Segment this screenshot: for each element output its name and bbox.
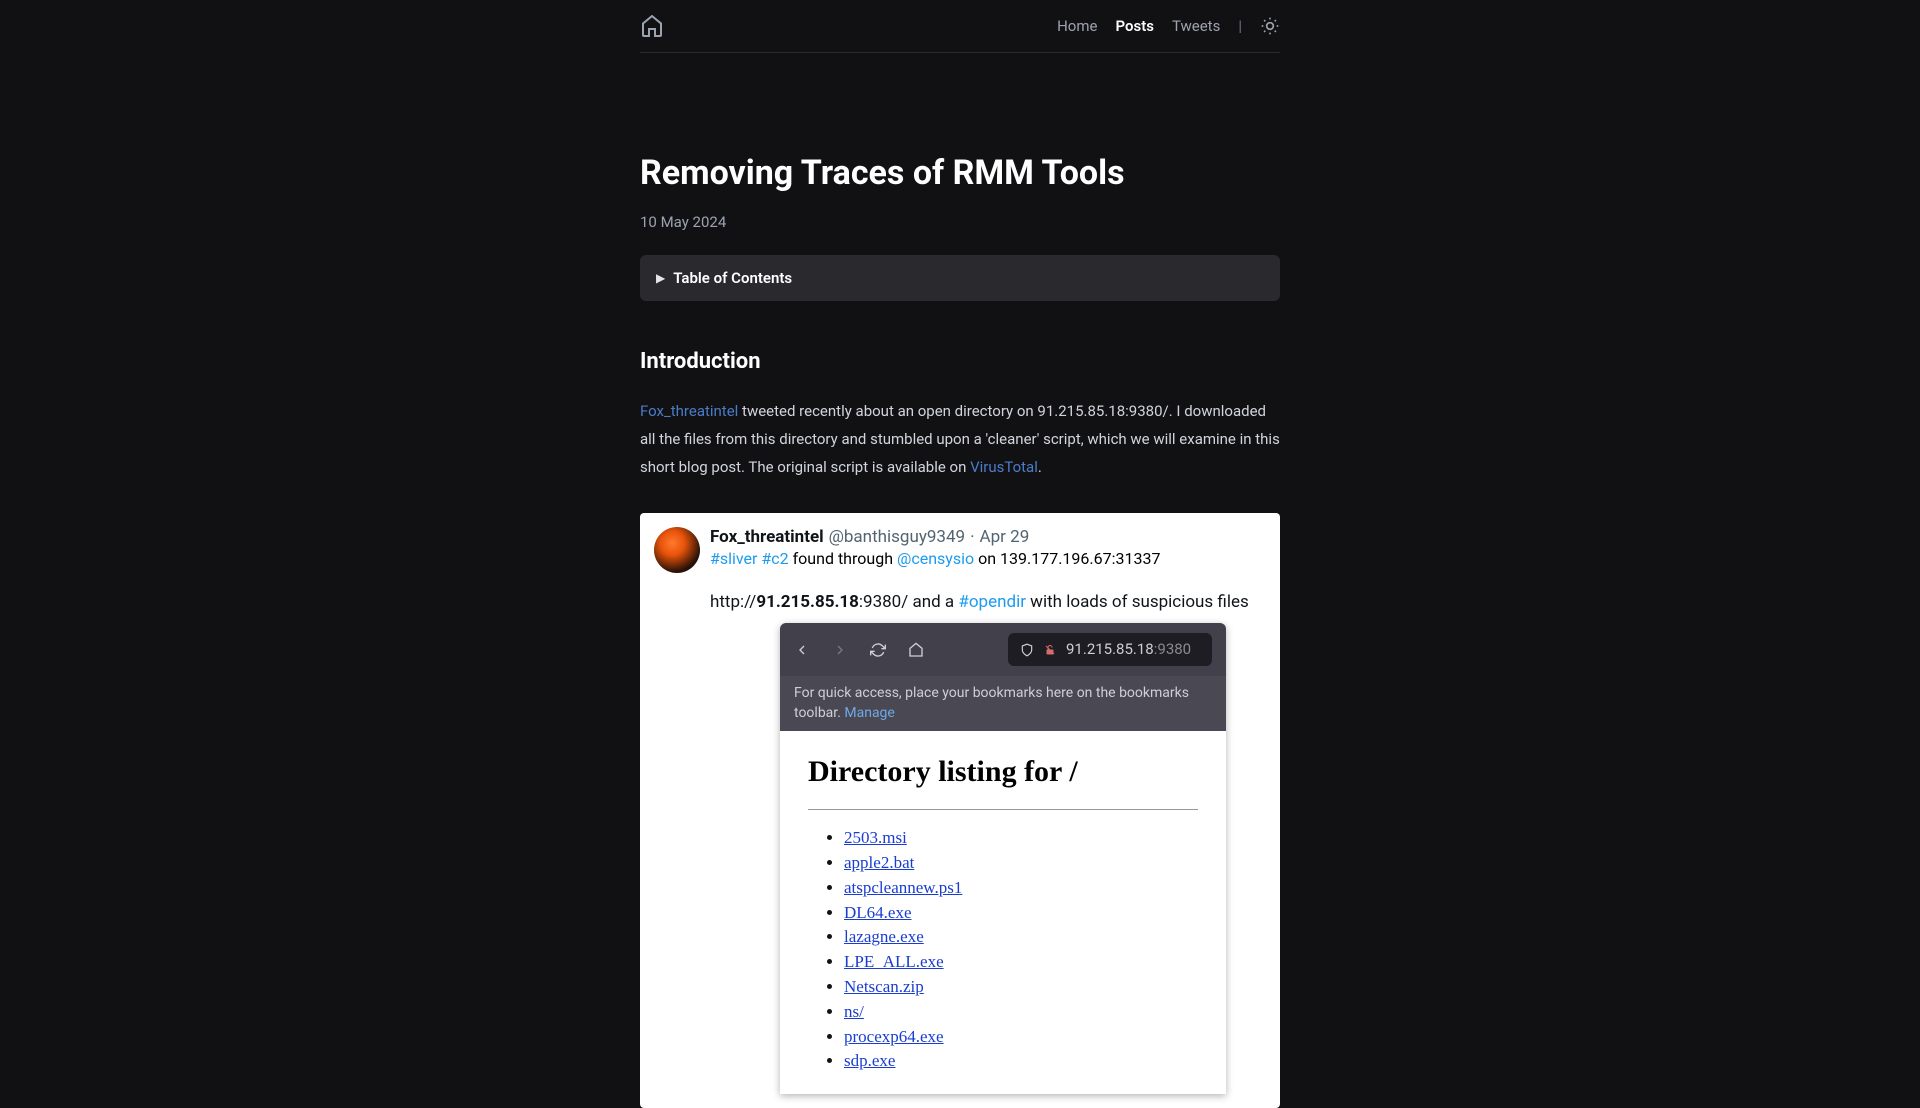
- back-icon: [794, 642, 810, 658]
- browser-toolbar: 91.215.85.18:9380: [780, 623, 1226, 676]
- reload-icon: [870, 642, 886, 658]
- file-link: procexp64.exe: [844, 1027, 944, 1046]
- manage-link: Manage: [844, 705, 894, 721]
- nav-right: Home Posts Tweets |: [1057, 16, 1280, 36]
- nav-tweets[interactable]: Tweets: [1172, 17, 1220, 35]
- directory-title: Directory listing for /: [808, 751, 1198, 793]
- nav-home[interactable]: Home: [1057, 17, 1097, 35]
- nav-divider: |: [1238, 17, 1242, 35]
- tweet-text-2: on 139.177.196.67:31337: [974, 549, 1160, 568]
- top-nav: Home Posts Tweets |: [0, 0, 1920, 53]
- directory-page: Directory listing for / 2503.msi apple2.…: [780, 731, 1226, 1094]
- toc-label: Table of Contents: [673, 269, 792, 287]
- file-link: lazagne.exe: [844, 927, 924, 946]
- tweet-ip: 91.215.85.18: [756, 592, 859, 612]
- mention-censysio[interactable]: @censysio: [897, 549, 974, 568]
- page-title: Removing Traces of RMM Tools: [640, 153, 1280, 193]
- tweet-body: http://91.215.85.18:9380/ and a #opendir…: [640, 591, 1280, 1108]
- file-link: LPE_ALL.exe: [844, 952, 944, 971]
- post-date: 10 May 2024: [640, 213, 1280, 231]
- hashtag-opendir[interactable]: #opendir: [958, 592, 1026, 612]
- address-ip: 91.215.85.18: [1066, 640, 1154, 658]
- file-link: Netscan.zip: [844, 977, 924, 996]
- tweet-handle[interactable]: @banthisguy9349: [829, 527, 965, 547]
- shield-icon: [1020, 643, 1034, 657]
- address-bar: 91.215.85.18:9380: [1008, 633, 1212, 666]
- list-item: apple2.bat: [844, 851, 1198, 875]
- forward-icon: [832, 642, 848, 658]
- directory-list: 2503.msi apple2.bat atspcleannew.ps1 DL6…: [808, 826, 1198, 1073]
- virustotal-link[interactable]: VirusTotal: [970, 458, 1038, 476]
- browser-nav-icons: [794, 642, 924, 658]
- list-item: procexp64.exe: [844, 1025, 1198, 1049]
- intro-paragraph: Fox_threatintel tweeted recently about a…: [640, 398, 1280, 481]
- hashtag-sliver[interactable]: #sliver: [710, 549, 757, 568]
- tweet-text-4: :9380/ and a: [859, 592, 958, 612]
- sun-icon[interactable]: [1260, 16, 1280, 36]
- tweet-text-5: with loads of suspicious files: [1026, 592, 1249, 612]
- browser-screenshot: 91.215.85.18:9380 For quick access, plac…: [780, 623, 1226, 1094]
- file-link: sdp.exe: [844, 1051, 895, 1070]
- intro-text-2: .: [1038, 458, 1042, 476]
- nav-left: [640, 14, 664, 38]
- list-item: Netscan.zip: [844, 975, 1198, 999]
- list-item: DL64.exe: [844, 901, 1198, 925]
- file-link: DL64.exe: [844, 903, 912, 922]
- lock-insecure-icon: [1044, 644, 1056, 656]
- file-link: ns/: [844, 1002, 864, 1021]
- directory-divider: [808, 809, 1198, 810]
- fox-threatintel-link[interactable]: Fox_threatintel: [640, 402, 738, 420]
- hashtag-c2[interactable]: #c2: [761, 549, 788, 568]
- list-item: lazagne.exe: [844, 925, 1198, 949]
- address-port: :9380: [1154, 640, 1191, 658]
- avatar[interactable]: [654, 527, 700, 573]
- file-link: 2503.msi: [844, 828, 907, 847]
- tweet-meta: Fox_threatintel @banthisguy9349 · Apr 29: [710, 527, 1266, 547]
- file-link: atspcleannew.ps1: [844, 878, 962, 897]
- home-icon[interactable]: [640, 14, 664, 38]
- list-item: atspcleannew.ps1: [844, 876, 1198, 900]
- tweet-date[interactable]: Apr 29: [980, 527, 1030, 547]
- tweet-line-2: http://91.215.85.18:9380/ and a #opendir…: [710, 591, 1266, 615]
- article: Removing Traces of RMM Tools 10 May 2024…: [640, 53, 1280, 1108]
- list-item: 2503.msi: [844, 826, 1198, 850]
- table-of-contents[interactable]: ▶ Table of Contents: [640, 255, 1280, 301]
- tweet-embed: Fox_threatintel @banthisguy9349 · Apr 29…: [640, 513, 1280, 1108]
- home-icon-browser: [908, 642, 924, 658]
- section-heading-introduction: Introduction: [640, 349, 1280, 374]
- tweet-author[interactable]: Fox_threatintel: [710, 527, 824, 547]
- list-item: sdp.exe: [844, 1049, 1198, 1073]
- nav-posts[interactable]: Posts: [1115, 17, 1153, 35]
- list-item: ns/: [844, 1000, 1198, 1024]
- tweet-line-1: #sliver #c2 found through @censysio on 1…: [710, 549, 1266, 568]
- bookmark-bar: For quick access, place your bookmarks h…: [780, 676, 1226, 731]
- tweet-url-prefix: http://: [710, 592, 756, 612]
- chevron-right-icon: ▶: [656, 271, 665, 285]
- tweet-sep: ·: [970, 527, 974, 547]
- tweet-header: Fox_threatintel @banthisguy9349 · Apr 29…: [640, 513, 1280, 573]
- list-item: LPE_ALL.exe: [844, 950, 1198, 974]
- tweet-text-1: found through: [789, 549, 897, 568]
- file-link: apple2.bat: [844, 853, 914, 872]
- address-text: 91.215.85.18:9380: [1066, 639, 1191, 660]
